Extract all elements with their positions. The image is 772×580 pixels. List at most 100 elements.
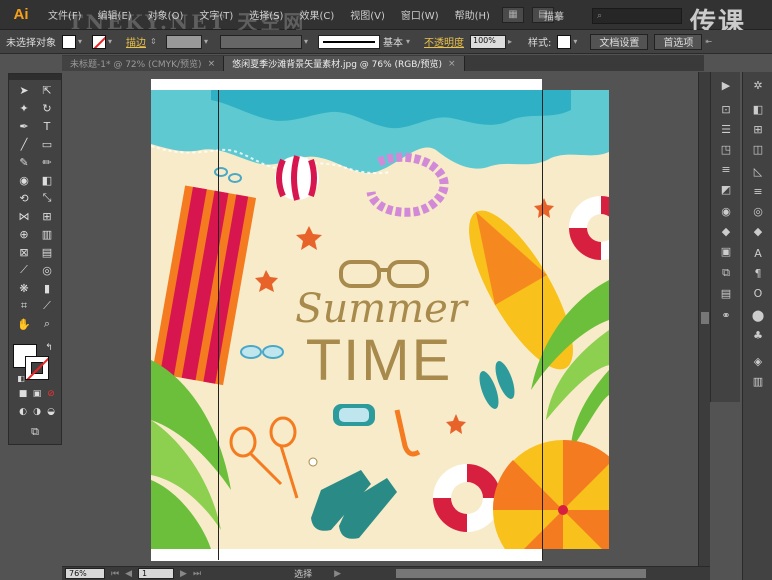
artboards-icon[interactable]: ▥ bbox=[750, 374, 766, 388]
line-tool-icon[interactable]: ╱ bbox=[14, 136, 34, 152]
stroke-panel-icon[interactable]: ≡ bbox=[718, 162, 734, 176]
menu-type[interactable]: 文字(T) bbox=[191, 7, 241, 22]
opacity-link[interactable]: 不透明度 bbox=[420, 34, 468, 49]
direct-selection-tool-icon[interactable]: ⇱ bbox=[37, 82, 57, 98]
free-transform-tool-icon[interactable]: ⊞ bbox=[37, 208, 57, 224]
transparency-panel-icon[interactable]: ◉ bbox=[718, 204, 734, 218]
swap-colors-icon[interactable]: ↰ bbox=[39, 340, 59, 356]
prev-artboard-icon[interactable]: ◀ bbox=[125, 569, 132, 579]
menu-select[interactable]: 选择(S) bbox=[241, 7, 291, 22]
next-artboard-icon[interactable]: ▶ bbox=[180, 569, 187, 579]
chevron-down-icon[interactable]: ▾ bbox=[108, 37, 116, 46]
artboard-number-field[interactable]: 1 bbox=[138, 568, 175, 579]
menu-object[interactable]: 对象(O) bbox=[140, 7, 192, 22]
expand-panels-icon[interactable]: ▶ bbox=[718, 78, 734, 92]
color-panel-icon[interactable]: ✲ bbox=[750, 78, 766, 92]
width-tool-icon[interactable]: ⋈ bbox=[14, 208, 34, 224]
vertical-scroll-thumb[interactable] bbox=[701, 312, 709, 324]
eyedropper-tool-icon[interactable]: ⟋ bbox=[14, 262, 34, 278]
opacity-field[interactable]: 100% bbox=[470, 34, 506, 49]
chevron-down-icon[interactable]: ▾ bbox=[573, 37, 581, 46]
selection-tool-icon[interactable]: ➤ bbox=[14, 82, 34, 98]
symbol-sprayer-tool-icon[interactable]: ❋ bbox=[14, 280, 34, 296]
rectangle-tool-icon[interactable]: ▭ bbox=[37, 136, 57, 152]
chevron-down-icon[interactable]: ▾ bbox=[78, 37, 86, 46]
transparency-icon[interactable]: ◎ bbox=[750, 204, 766, 218]
lasso-tool-icon[interactable]: ↻ bbox=[37, 100, 57, 116]
hand-tool-icon[interactable]: ✋ bbox=[14, 316, 34, 332]
menu-view[interactable]: 视图(V) bbox=[342, 7, 393, 22]
layers-panel-icon[interactable]: ⧉ bbox=[718, 266, 734, 280]
club-symbol-icon[interactable]: ♣ bbox=[750, 328, 766, 342]
search-input[interactable]: ⌕ bbox=[592, 8, 682, 24]
chevron-right-icon[interactable]: ▸ bbox=[508, 37, 516, 46]
close-icon[interactable]: × bbox=[448, 59, 456, 69]
chevron-down-icon[interactable]: ▾ bbox=[204, 37, 212, 46]
artboard-tool-icon[interactable]: ⌗ bbox=[14, 298, 34, 314]
stroke-weight-field[interactable] bbox=[166, 34, 202, 49]
eraser-tool-icon[interactable]: ◧ bbox=[37, 172, 57, 188]
align-panel-icon[interactable]: ☰ bbox=[718, 122, 734, 136]
stroke-link[interactable]: 描边 bbox=[122, 34, 150, 49]
menu-file[interactable]: 文件(F) bbox=[40, 7, 90, 22]
blob-brush-tool-icon[interactable]: ◉ bbox=[14, 172, 34, 188]
last-artboard-icon[interactable]: ⏭ bbox=[193, 569, 201, 579]
column-graph-tool-icon[interactable]: ▮ bbox=[37, 280, 57, 296]
appearance-icon[interactable]: ◆ bbox=[750, 224, 766, 238]
shape-builder-tool-icon[interactable]: ⊕ bbox=[14, 226, 34, 242]
mesh-tool-icon[interactable]: ⊠ bbox=[14, 244, 34, 260]
character-panel-icon[interactable]: A bbox=[750, 246, 766, 260]
brushes-panel-icon[interactable]: ⊞ bbox=[750, 122, 766, 136]
zoom-field[interactable]: 76% bbox=[65, 568, 105, 579]
layers-icon[interactable]: ◈ bbox=[750, 354, 766, 368]
variable-width-field[interactable] bbox=[220, 34, 302, 49]
close-icon[interactable]: × bbox=[208, 59, 216, 69]
pen-tool-icon[interactable]: ✒ bbox=[14, 118, 34, 134]
chevron-down-icon[interactable]: ▾ bbox=[406, 37, 414, 46]
document-setup-button[interactable]: 文档设置 bbox=[590, 33, 649, 50]
draw-inside-icon[interactable]: ◒ bbox=[41, 404, 61, 420]
fill-swatch[interactable] bbox=[62, 34, 76, 49]
stroke-profile[interactable] bbox=[318, 34, 380, 49]
symbols-panel-icon[interactable]: ◫ bbox=[750, 142, 766, 156]
menu-window[interactable]: 窗口(W) bbox=[393, 7, 447, 22]
gradient-icon[interactable]: ◺ bbox=[750, 164, 766, 178]
status-menu-icon[interactable]: ▶ bbox=[334, 569, 341, 579]
beach-artwork[interactable]: Summer TIME bbox=[151, 90, 609, 549]
stepper-icon[interactable]: ⇕ bbox=[150, 37, 158, 46]
panel-grip[interactable] bbox=[9, 74, 61, 80]
menu-effect[interactable]: 效果(C) bbox=[291, 7, 342, 22]
slice-tool-icon[interactable]: ⟋ bbox=[37, 298, 57, 314]
rotate-tool-icon[interactable]: ⟲ bbox=[14, 190, 34, 206]
blend-tool-icon[interactable]: ◎ bbox=[37, 262, 57, 278]
magic-wand-tool-icon[interactable]: ✦ bbox=[14, 100, 34, 116]
zoom-tool-icon[interactable]: ⌕ bbox=[37, 316, 57, 332]
bridge-icon[interactable]: ▦ bbox=[501, 6, 524, 23]
appearance-panel-icon[interactable]: ◆ bbox=[718, 224, 734, 238]
swatches-panel-icon[interactable]: ◧ bbox=[750, 102, 766, 116]
gradient-tool-icon[interactable]: ▤ bbox=[37, 244, 57, 260]
menu-edit[interactable]: 编辑(E) bbox=[90, 7, 140, 22]
first-artboard-icon[interactable]: ⏮ bbox=[111, 569, 119, 579]
workspace-switcher[interactable]: 描摹 bbox=[544, 8, 564, 23]
tab-beach-image[interactable]: 悠闲夏季沙滩背景矢量素材.jpg @ 76% (RGB/预览) × bbox=[224, 56, 465, 71]
type-tool-icon[interactable]: T bbox=[37, 118, 57, 134]
transform-panel-icon[interactable]: ⊡ bbox=[718, 102, 734, 116]
links-panel-icon[interactable]: ⚭ bbox=[718, 308, 734, 322]
navigator-panel-icon[interactable]: ⬤ bbox=[750, 308, 766, 322]
stroke-icon[interactable]: ≡ bbox=[750, 184, 766, 198]
chevron-down-icon[interactable]: ▾ bbox=[304, 37, 312, 46]
default-colors-icon[interactable]: ◧ bbox=[11, 370, 31, 386]
gradient-panel-icon[interactable]: ◩ bbox=[718, 182, 734, 196]
graphic-style-swatch[interactable] bbox=[557, 34, 572, 49]
vertical-scrollbar[interactable] bbox=[698, 72, 710, 566]
tab-untitled[interactable]: 未标题-1* @ 72% (CMYK/预览) × bbox=[62, 56, 225, 71]
menu-help[interactable]: 帮助(H) bbox=[447, 7, 498, 22]
perspective-grid-tool-icon[interactable]: ▥ bbox=[37, 226, 57, 242]
pencil-tool-icon[interactable]: ✏ bbox=[37, 154, 57, 170]
screen-mode-icon[interactable]: ⧉ bbox=[25, 424, 45, 440]
pathfinder-panel-icon[interactable]: ◳ bbox=[718, 142, 734, 156]
preferences-button[interactable]: 首选项 bbox=[654, 33, 703, 50]
opentype-panel-icon[interactable]: O bbox=[750, 286, 766, 300]
graphic-styles-panel-icon[interactable]: ▣ bbox=[718, 244, 734, 258]
